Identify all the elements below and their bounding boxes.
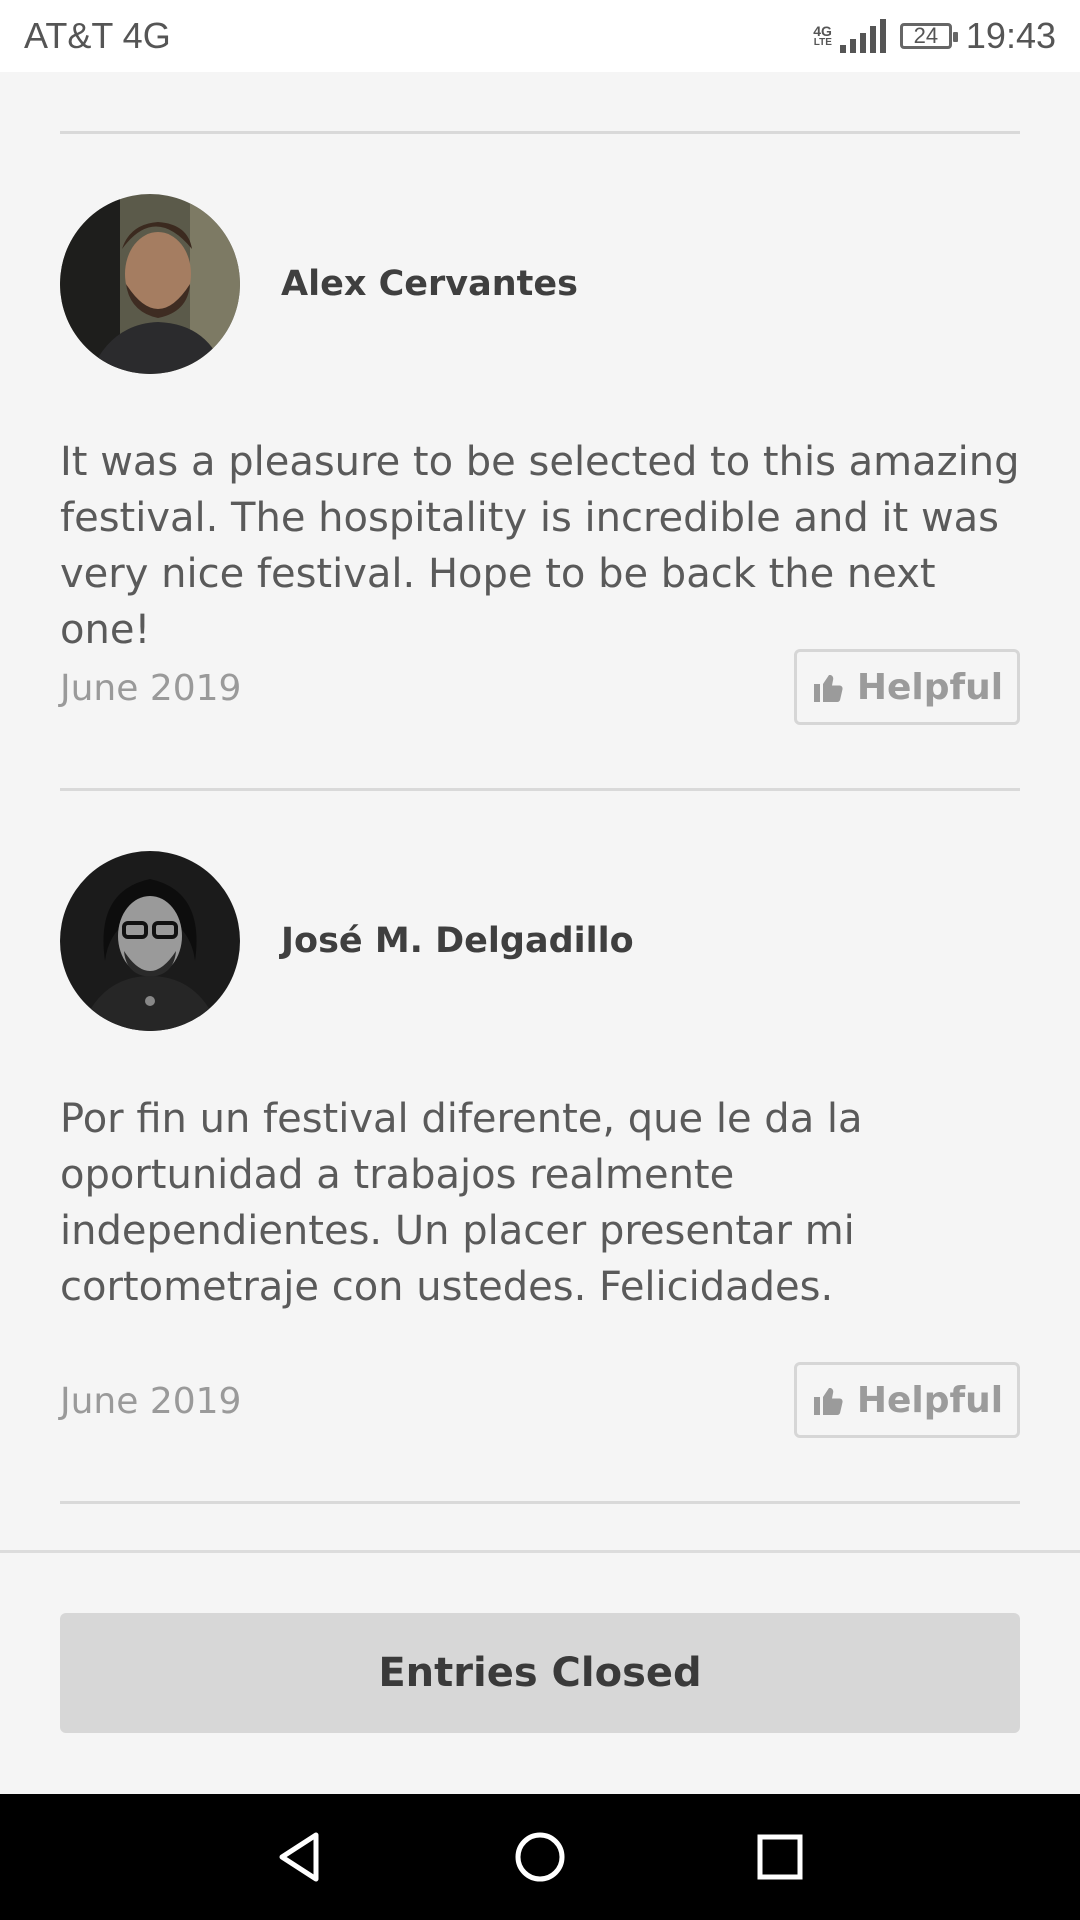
clock: 19:43 <box>965 15 1056 56</box>
thumbs-up-icon <box>813 675 843 702</box>
status-bar: AT&T 4G 4G LTE 24 19:43 <box>0 0 1080 72</box>
thumbs-up-icon <box>813 1388 843 1415</box>
helpful-button[interactable]: Helpful <box>794 649 1020 725</box>
signal-icon <box>839 19 886 53</box>
divider <box>60 788 1020 791</box>
divider <box>60 1501 1020 1504</box>
home-circle-icon[interactable] <box>510 1827 570 1887</box>
review-card: José M. Delgadillo Por fin un festival d… <box>60 851 1020 1451</box>
divider <box>60 131 1020 134</box>
avatar[interactable] <box>60 851 240 1031</box>
battery-icon: 24 <box>899 23 958 49</box>
helpful-label: Helpful <box>856 666 1004 708</box>
footer-divider <box>0 1550 1080 1553</box>
network-type-icon: 4G LTE <box>813 23 832 48</box>
entries-closed-button[interactable]: Entries Closed <box>60 1613 1020 1733</box>
carrier-label: AT&T 4G <box>24 15 171 56</box>
recent-square-icon[interactable] <box>750 1827 810 1887</box>
review-text: It was a pleasure to be selected to this… <box>60 439 1020 653</box>
reviewer-name[interactable]: Alex Cervantes <box>281 264 578 304</box>
avatar[interactable] <box>60 194 240 374</box>
navigation-bar <box>0 1794 1080 1920</box>
reviewer-name[interactable]: José M. Delgadillo <box>281 921 634 961</box>
helpful-label: Helpful <box>856 1379 1004 1421</box>
status-indicators: 4G LTE 24 19:43 <box>813 15 1056 57</box>
helpful-button[interactable]: Helpful <box>794 1362 1020 1438</box>
review-date: June 2019 <box>60 668 242 709</box>
review-card: Alex Cervantes It was a pleasure to be s… <box>60 194 1020 734</box>
review-date: June 2019 <box>60 1381 242 1422</box>
back-triangle-icon[interactable] <box>270 1827 330 1887</box>
battery-level: 24 <box>913 23 939 48</box>
review-text: Por fin un festival diferente, que le da… <box>60 1096 863 1310</box>
